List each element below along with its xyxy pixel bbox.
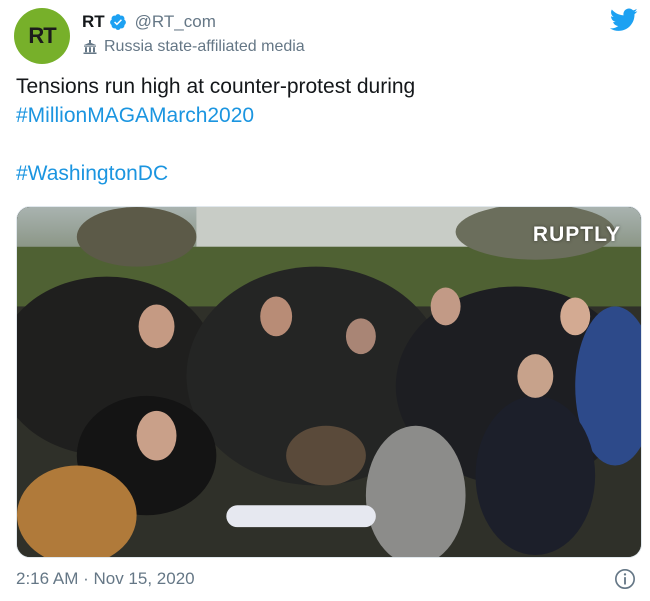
author-avatar[interactable]: RT	[14, 8, 70, 64]
ruptly-watermark: RUPTLY	[532, 223, 621, 246]
avatar-logo-text: RT	[28, 23, 56, 48]
state-media-label[interactable]: Russia state-affiliated media	[82, 36, 305, 58]
tweet-text-line: Tensions run high at counter-protest dur…	[16, 75, 416, 98]
verified-badge-icon	[109, 14, 126, 30]
twitter-bird-icon[interactable]	[610, 8, 638, 32]
hashtag-link[interactable]: #WashingtonDC	[16, 159, 636, 188]
info-icon[interactable]	[614, 568, 636, 590]
video-media[interactable]: RUPTLY	[16, 206, 642, 558]
government-building-icon	[83, 40, 97, 54]
author-name[interactable]: RT	[82, 12, 105, 32]
tweet-header: RT RT @RT_com Russia state-affiliated me…	[14, 8, 640, 64]
state-media-label-text: Russia state-affiliated media	[104, 38, 305, 55]
video-frame	[17, 207, 641, 557]
hashtag-link[interactable]: #MillionMAGAMarch2020	[16, 101, 636, 130]
tweet-footer: 2:16 AM · Nov 15, 2020	[16, 566, 642, 592]
author-name-line: RT @RT_com	[82, 10, 216, 34]
tweet-text: Tensions run high at counter-protest dur…	[16, 72, 636, 188]
tweet-timestamp[interactable]: 2:16 AM · Nov 15, 2020	[16, 569, 195, 589]
author-handle[interactable]: @RT_com	[135, 12, 216, 32]
